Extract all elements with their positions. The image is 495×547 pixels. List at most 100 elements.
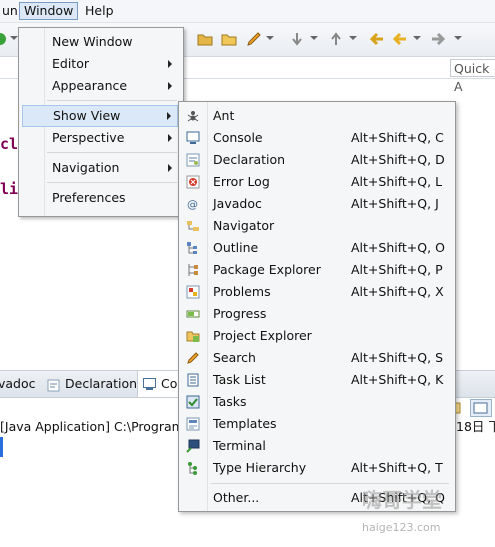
menu-item-shortcut: Alt+Shift+Q, T [351,460,443,475]
menu-item-label: Package Explorer [213,262,321,277]
project-explorer-icon [186,328,200,342]
tab-console-label: Co [161,376,178,391]
prev-annotation-dropdown-icon[interactable] [349,36,357,40]
tasks-icon [186,394,200,409]
menu-item-label: Terminal [213,438,266,453]
menu-window[interactable]: Window [19,2,79,20]
menu-item-label: Declaration [213,152,286,167]
menu-item-label: Problems [213,284,271,299]
forward-dropdown-icon[interactable] [454,36,462,40]
menu-item-templates[interactable]: Templates [179,413,455,435]
menu-item-preferences[interactable]: Preferences [22,188,178,208]
menu-item-new-window[interactable]: New Window [22,32,178,52]
menu-item-package-explorer[interactable]: Package Explorer Alt+Shift+Q, P [179,259,455,281]
menu-item-ant[interactable]: Ant [179,105,455,127]
last-edit-icon[interactable] [369,31,385,47]
menu-separator [47,100,177,101]
console-date: 18日 下 [456,419,495,434]
menu-separator [47,182,177,183]
menu-item-label: Ant [213,108,235,123]
menu-help[interactable]: Help [81,3,118,19]
menu-item-declaration[interactable]: Declaration Alt+Shift+Q, D [179,149,455,171]
menu-item-label: Appearance [52,78,128,93]
tab-javadoc[interactable]: vadoc [0,375,36,393]
menu-item-editor[interactable]: Editor [22,54,178,74]
back-dropdown-icon[interactable] [413,36,421,40]
menu-item-label: Navigator [213,218,275,233]
show-view-submenu: Ant Console Alt+Shift+Q, C Declaration A… [178,101,456,512]
pen-dropdown-icon[interactable] [266,36,274,40]
menu-item-label: Type Hierarchy [213,460,307,475]
run-icon[interactable] [0,31,8,47]
menu-item-console[interactable]: Console Alt+Shift+Q, C [179,127,455,149]
code-line-1: cl [0,135,19,153]
menu-item-shortcut: Alt+Shift+Q, D [351,152,445,167]
console-icon [186,130,200,144]
declaration-icon [186,152,200,167]
menu-item-error-log[interactable]: Error Log Alt+Shift+Q, L [179,171,455,193]
terminal-icon [186,438,200,453]
tab-declaration[interactable]: Declaration [65,375,137,393]
window-menu: New Window Editor Appearance Show View P… [18,27,184,217]
watermark-logo: 嗨哥学堂 [362,488,442,512]
ant-icon [186,108,200,122]
menu-item-label: Progress [213,306,267,321]
menu-item-outline[interactable]: Outline Alt+Shift+Q, O [179,237,455,259]
submenu-arrow-icon [167,112,171,120]
submenu-arrow-icon [168,134,172,142]
menu-item-project-explorer[interactable]: Project Explorer [179,325,455,347]
open-type-icon[interactable] [221,31,237,47]
task-list-icon [186,372,200,387]
watermark-url: haige123.com [362,521,441,534]
type-hierarchy-icon [186,460,200,475]
menu-item-shortcut: Alt+Shift+Q, C [351,130,444,145]
menu-item-label: New Window [52,34,133,49]
templates-icon [186,416,200,431]
menu-item-label: Task List [213,372,266,387]
run-dropdown-icon[interactable] [10,36,18,40]
svg-text:@: @ [187,198,198,211]
menu-item-label: Show View [53,108,121,123]
menu-item-terminal[interactable]: Terminal [179,435,455,457]
display-console-icon[interactable] [470,399,492,417]
menu-item-shortcut: Alt+Shift+Q, P [351,262,443,277]
console-caret [0,437,3,457]
next-annotation-icon[interactable] [289,31,305,47]
menu-item-perspective[interactable]: Perspective [22,128,178,148]
menu-bar: un Window Help [0,0,495,23]
forward-icon[interactable] [430,31,446,47]
menu-item-label: Javadoc [213,196,262,211]
javadoc-icon: @ [186,196,200,211]
console-tab-icon [143,378,156,390]
menu-item-tasks[interactable]: Tasks [179,391,455,413]
next-annotation-dropdown-icon[interactable] [310,36,318,40]
menu-item-appearance[interactable]: Appearance [22,76,178,96]
back-icon[interactable] [392,31,408,47]
menu-item-type-hierarchy[interactable]: Type Hierarchy Alt+Shift+Q, T [179,457,455,479]
package-explorer-icon [186,262,200,276]
quick-access-input[interactable]: Quick A [450,59,495,94]
menu-item-javadoc[interactable]: @ Javadoc Alt+Shift+Q, J [179,193,455,215]
menu-item-navigator[interactable]: Navigator [179,215,455,237]
menu-item-label: Tasks [213,394,247,409]
menu-item-label: Outline [213,240,259,255]
menu-separator [47,152,177,153]
pen-icon[interactable] [246,31,262,47]
problems-icon [186,284,200,299]
menu-item-problems[interactable]: Problems Alt+Shift+Q, X [179,281,455,303]
declaration-tab-icon [47,379,60,392]
prev-annotation-icon[interactable] [328,31,344,47]
menu-item-task-list[interactable]: Task List Alt+Shift+Q, K [179,369,455,391]
menu-item-shortcut: Alt+Shift+Q, S [351,350,444,365]
menu-item-progress[interactable]: Progress [179,303,455,325]
progress-icon [186,306,200,320]
code-line-2: li [0,180,19,198]
menu-item-label: Search [213,350,256,365]
menu-item-shortcut: Alt+Shift+Q, L [351,174,443,189]
menu-item-label: Console [213,130,263,145]
open-folder-icon[interactable] [197,31,213,47]
menu-item-show-view[interactable]: Show View [22,105,178,127]
menu-item-search[interactable]: Search Alt+Shift+Q, S [179,347,455,369]
menu-item-label: Other... [213,490,260,505]
menu-item-navigation[interactable]: Navigation [22,158,178,178]
